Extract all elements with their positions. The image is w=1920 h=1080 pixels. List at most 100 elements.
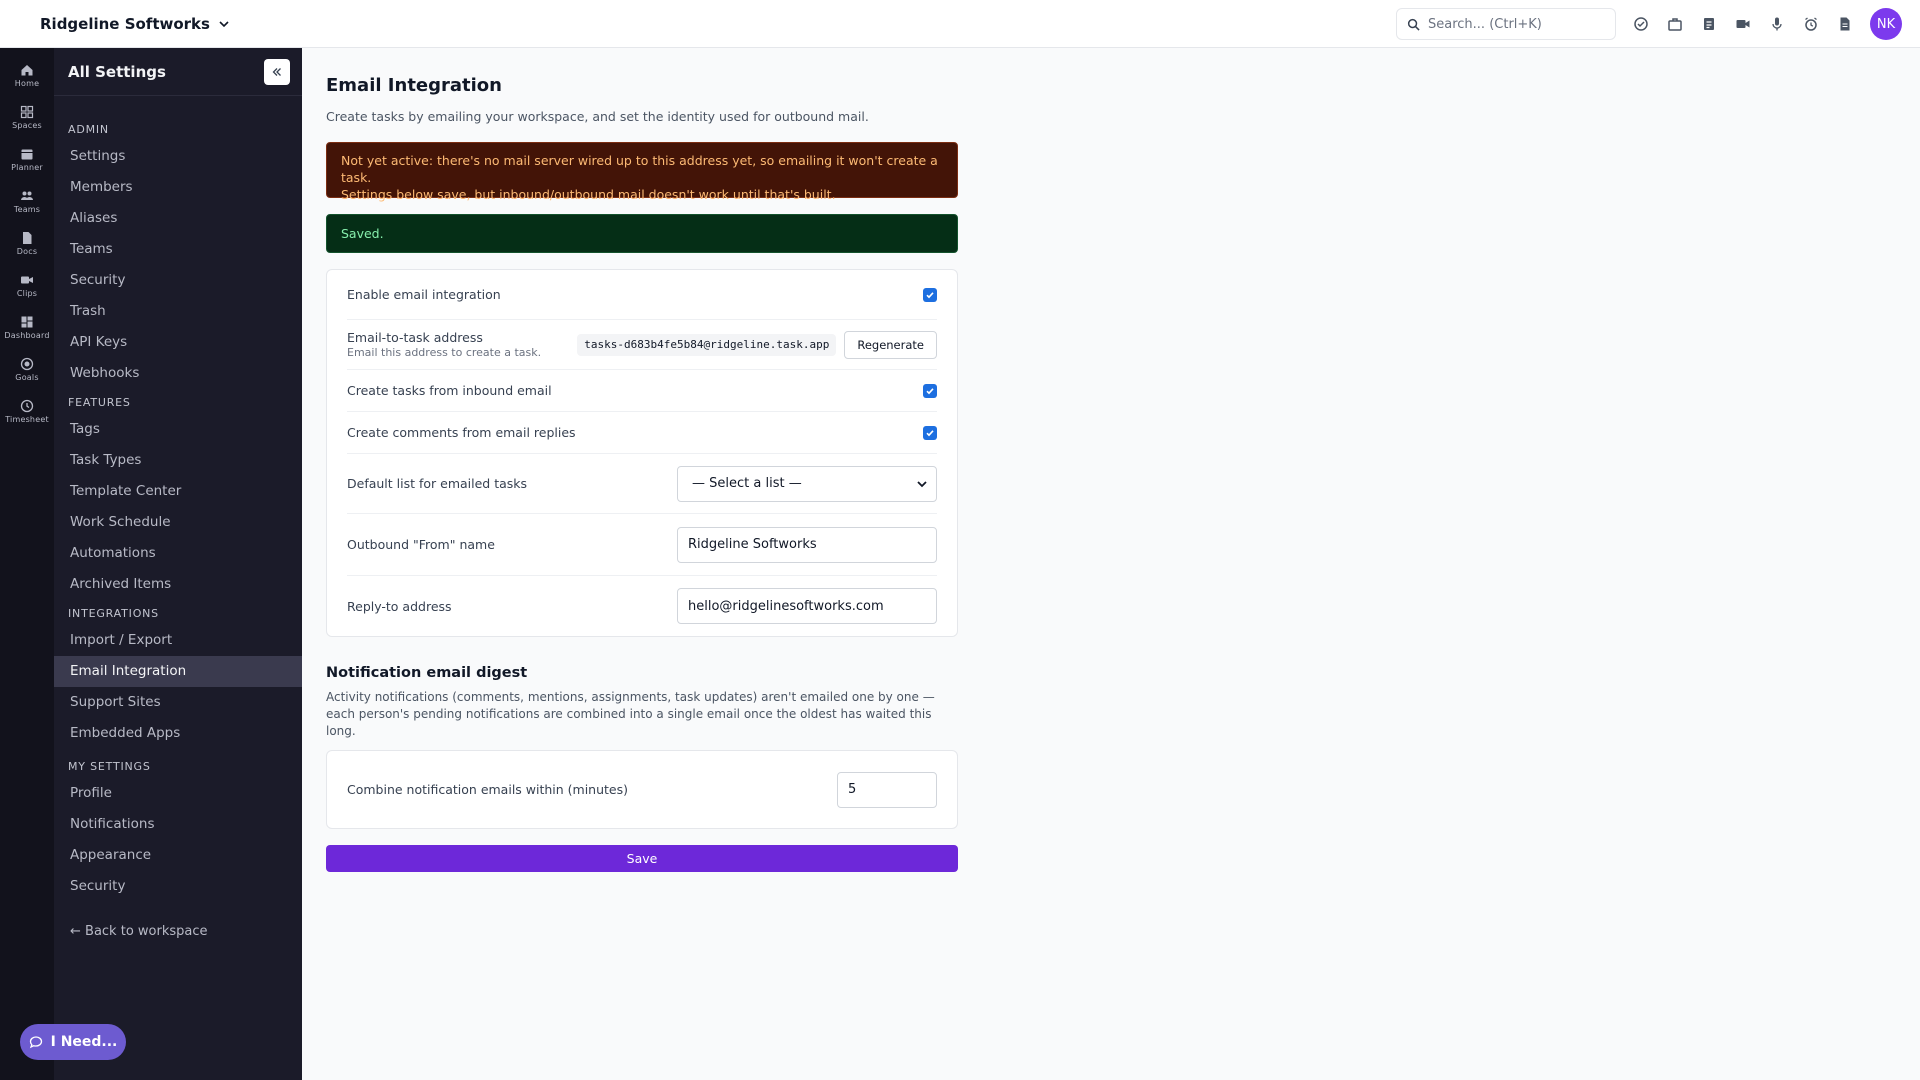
checkmark-icon bbox=[926, 387, 934, 394]
combine-notifications-label: Combine notification emails within (minu… bbox=[347, 782, 629, 797]
rail-item-goals[interactable]: Goals bbox=[0, 348, 54, 390]
regenerate-button[interactable]: Regenerate bbox=[844, 330, 937, 359]
sidebar-item-aliases[interactable]: Aliases bbox=[54, 203, 302, 234]
rail-item-home[interactable]: Home bbox=[0, 54, 54, 96]
sidebar-title: All Settings bbox=[68, 62, 166, 81]
from-name-input[interactable]: Ridgeline Softworks bbox=[677, 526, 937, 563]
email-settings-card: Enable email integration Email-to-task a… bbox=[326, 269, 958, 637]
sidebar-section-integrations: INTEGRATIONS bbox=[68, 607, 159, 620]
back-to-workspace-link[interactable]: ← Back to workspace bbox=[54, 920, 302, 944]
sidebar-item-template-center[interactable]: Template Center bbox=[54, 476, 302, 507]
top-bar: Ridgeline Softworks Search... (Ctrl+K) N… bbox=[0, 0, 1920, 48]
rail-item-spaces[interactable]: Spaces bbox=[0, 96, 54, 138]
rail-item-timesheet[interactable]: Timesheet bbox=[0, 390, 54, 432]
reply-to-label: Reply-to address bbox=[347, 598, 452, 614]
from-name-row: Outbound "From" name Ridgeline Softworks bbox=[347, 514, 937, 576]
users-icon bbox=[21, 191, 33, 200]
digest-section-description: Activity notifications (comments, mentio… bbox=[326, 690, 935, 738]
icon-rail: Home Spaces Planner Teams Docs Clips Das… bbox=[0, 48, 54, 1080]
clock-icon bbox=[20, 399, 34, 412]
rail-label: Spaces bbox=[12, 120, 42, 130]
rail-label: Docs bbox=[16, 246, 38, 256]
reply-to-row: Reply-to address hello@ridgelinesoftwork… bbox=[347, 576, 937, 636]
sidebar-item-import-export[interactable]: Import / Export bbox=[54, 625, 302, 656]
sidebar-item-notifications[interactable]: Notifications bbox=[54, 809, 302, 840]
warning-line-1: Not yet active: there's no mail server w… bbox=[341, 153, 938, 185]
sidebar-item-work-schedule[interactable]: Work Schedule bbox=[54, 507, 302, 538]
sidebar-item-api-keys[interactable]: API Keys bbox=[54, 327, 302, 358]
sidebar-item-settings[interactable]: Settings bbox=[54, 141, 302, 172]
sidebar-item-teams[interactable]: Teams bbox=[54, 234, 302, 265]
rail-item-planner[interactable]: Planner bbox=[0, 138, 54, 180]
sidebar-item-archived-items[interactable]: Archived Items bbox=[54, 569, 302, 600]
sidebar-item-my-security[interactable]: Security bbox=[54, 871, 302, 902]
chevron-down-icon bbox=[917, 480, 927, 487]
saved-banner: Saved. bbox=[326, 214, 958, 253]
page-subtitle: Create tasks by emailing your workspace,… bbox=[326, 109, 869, 124]
chevron-down-icon bbox=[219, 21, 229, 28]
sidebar-item-members[interactable]: Members bbox=[54, 172, 302, 203]
microphone-icon[interactable] bbox=[1760, 7, 1794, 41]
email-replies-row: Create comments from email replies bbox=[347, 412, 937, 454]
help-button-label: I Need... bbox=[50, 1034, 118, 1050]
rail-label: Teams bbox=[13, 204, 41, 214]
sidebar-item-automations[interactable]: Automations bbox=[54, 538, 302, 569]
rail-item-clips[interactable]: Clips bbox=[0, 264, 54, 306]
default-list-row: Default list for emailed tasks — Select … bbox=[347, 454, 937, 514]
email-address-value: tasks-d683b4fe5b84@ridgeline.task.app bbox=[577, 333, 837, 356]
sidebar-item-security[interactable]: Security bbox=[54, 265, 302, 296]
sidebar-section-admin: ADMIN bbox=[68, 123, 109, 136]
sidebar-item-webhooks[interactable]: Webhooks bbox=[54, 358, 302, 389]
inbound-email-checkbox[interactable] bbox=[923, 383, 937, 398]
combine-minutes-input[interactable]: 5 bbox=[837, 771, 937, 808]
rail-label: Clips bbox=[16, 288, 38, 298]
save-button[interactable]: Save bbox=[326, 845, 958, 872]
email-address-label: Email-to-task address bbox=[347, 330, 483, 345]
enable-email-row: Enable email integration bbox=[347, 270, 937, 320]
page-title: Email Integration bbox=[326, 75, 502, 96]
from-name-label: Outbound "From" name bbox=[347, 537, 495, 552]
default-list-value: — Select a list — bbox=[692, 476, 802, 491]
email-address-hint: Email this address to create a task. bbox=[347, 346, 542, 359]
enable-email-label: Enable email integration bbox=[347, 287, 501, 302]
chat-bubble-icon bbox=[29, 1036, 42, 1049]
default-list-select[interactable]: — Select a list — bbox=[677, 465, 937, 502]
avatar[interactable]: NK bbox=[1870, 8, 1902, 40]
rail-label: Timesheet bbox=[5, 414, 49, 424]
sidebar-item-appearance[interactable]: Appearance bbox=[54, 840, 302, 871]
settings-sidebar: All Settings ADMIN Settings Members Alia… bbox=[54, 48, 302, 1080]
enable-email-checkbox[interactable] bbox=[923, 287, 937, 302]
rail-item-dashboard[interactable]: Dashboard bbox=[0, 306, 54, 348]
briefcase-icon[interactable] bbox=[1658, 7, 1692, 41]
sidebar-item-profile[interactable]: Profile bbox=[54, 778, 302, 809]
clipboard-icon[interactable] bbox=[1692, 7, 1726, 41]
sidebar-item-embedded-apps[interactable]: Embedded Apps bbox=[54, 718, 302, 749]
check-circle-icon[interactable] bbox=[1624, 7, 1658, 41]
workspace-name: Ridgeline Softworks bbox=[40, 15, 210, 33]
rail-label: Home bbox=[14, 78, 40, 88]
workspace-switcher[interactable]: Ridgeline Softworks bbox=[40, 0, 230, 48]
sidebar-section-features: FEATURES bbox=[68, 396, 131, 409]
video-icon[interactable] bbox=[1726, 7, 1760, 41]
document-icon[interactable] bbox=[1828, 7, 1862, 41]
email-replies-checkbox[interactable] bbox=[923, 425, 937, 440]
search-input[interactable]: Search... (Ctrl+K) bbox=[1396, 8, 1616, 40]
checkmark-icon bbox=[926, 291, 934, 298]
rail-label: Dashboard bbox=[4, 330, 50, 340]
digest-section-title: Notification email digest bbox=[326, 665, 528, 681]
home-icon bbox=[21, 64, 33, 75]
reply-to-input[interactable]: hello@ridgelinesoftworks.com bbox=[677, 588, 937, 624]
video-icon bbox=[21, 276, 33, 283]
sidebar-item-support-sites[interactable]: Support Sites bbox=[54, 687, 302, 718]
sidebar-item-tags[interactable]: Tags bbox=[54, 414, 302, 445]
rail-label: Planner bbox=[11, 162, 43, 172]
sidebar-item-trash[interactable]: Trash bbox=[54, 296, 302, 327]
sidebar-item-email-integration[interactable]: Email Integration bbox=[54, 656, 302, 687]
rail-item-teams[interactable]: Teams bbox=[0, 180, 54, 222]
search-icon bbox=[1407, 18, 1420, 31]
collapse-sidebar-button[interactable] bbox=[264, 59, 290, 85]
sidebar-item-task-types[interactable]: Task Types bbox=[54, 445, 302, 476]
alarm-icon[interactable] bbox=[1794, 7, 1828, 41]
rail-item-docs[interactable]: Docs bbox=[0, 222, 54, 264]
help-button[interactable]: I Need... bbox=[20, 1024, 126, 1060]
